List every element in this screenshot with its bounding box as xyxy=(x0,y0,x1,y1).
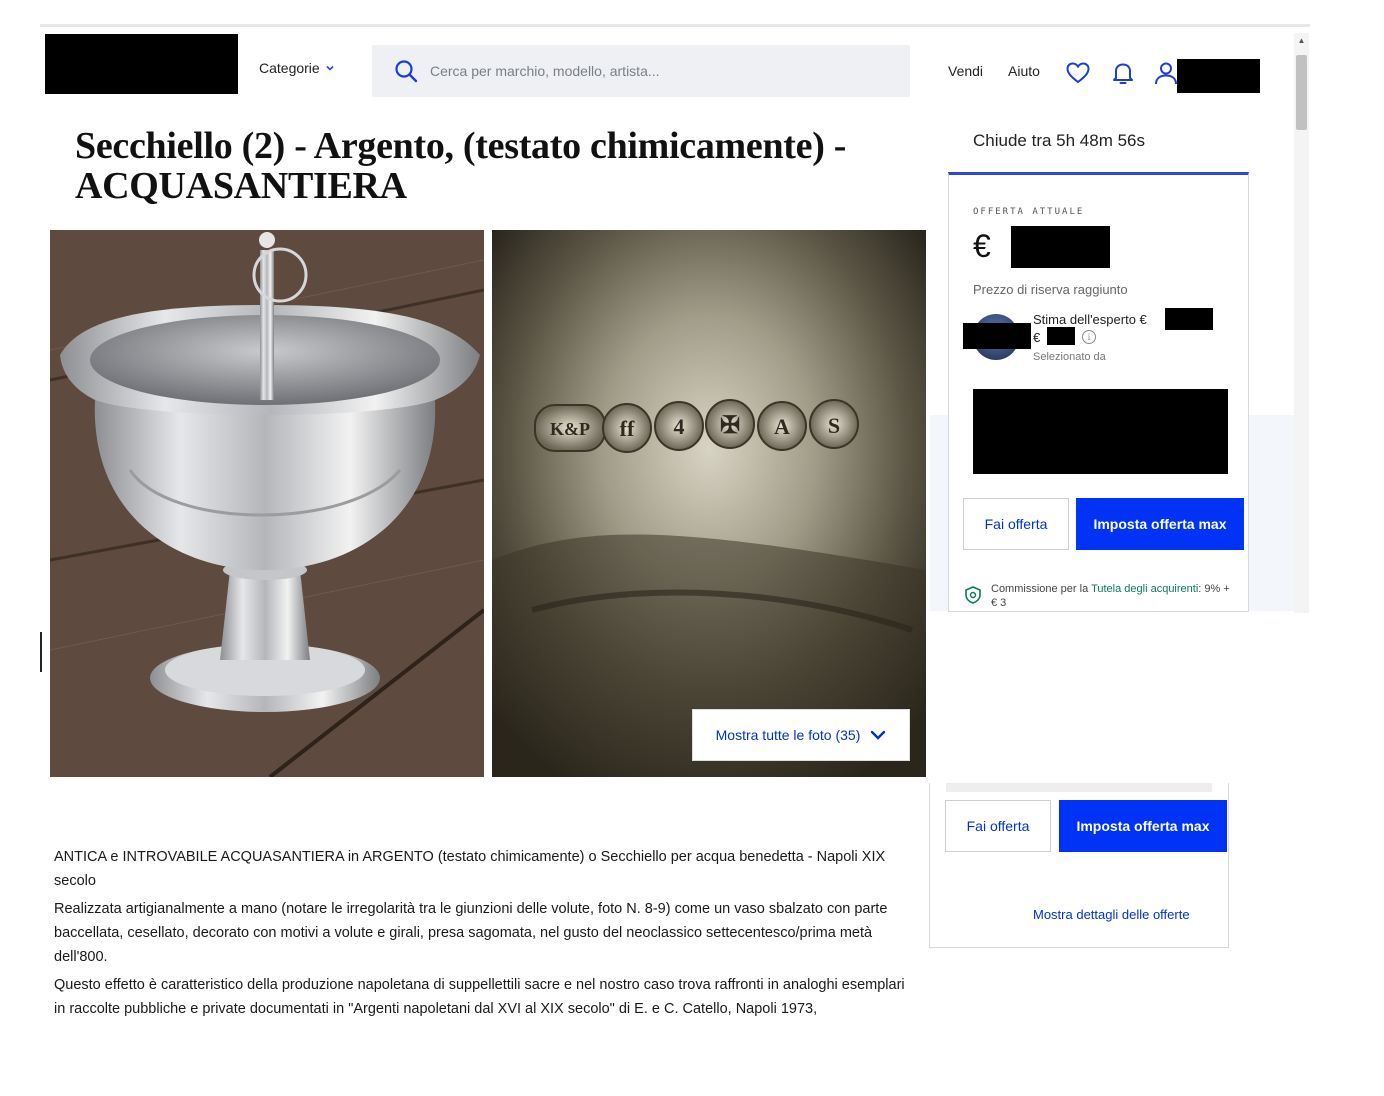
currency-symbol: € xyxy=(973,228,991,264)
closing-countdown: Chiude tra 5h 48m 56s xyxy=(973,131,1145,150)
user-name-redacted[interactable] xyxy=(1177,59,1260,93)
listing-description: ANTICA e INTROVABILE ACQUASANTIERA in AR… xyxy=(54,845,914,1025)
expert-name-redacted xyxy=(963,323,1031,349)
hallmark-1: ff xyxy=(620,416,635,441)
hallmark-3: ✠ xyxy=(720,410,740,439)
search-input[interactable] xyxy=(430,63,890,79)
show-all-photos-label: Mostra tutte le foto (35) xyxy=(715,727,861,743)
estimate-upper-redacted xyxy=(1047,327,1075,345)
heart-icon[interactable] xyxy=(1065,60,1091,86)
hallmark-4: A xyxy=(774,414,790,439)
buyer-protection-fee: Commissione per la Tutela degli acquiren… xyxy=(991,582,1236,610)
hallmark-0: K&P xyxy=(550,419,590,439)
categories-menu[interactable]: Categorie xyxy=(259,60,335,76)
place-bid-button[interactable]: Fai offerta xyxy=(963,498,1069,550)
hallmarks-closeup-image: K&P ff 4 ✠ A S xyxy=(492,230,926,777)
info-icon[interactable]: i xyxy=(1082,330,1096,344)
selected-by-text: Selezionato da xyxy=(1033,351,1106,363)
estimate-second-currency: € xyxy=(1033,330,1041,345)
top-divider xyxy=(40,24,1310,27)
sell-link[interactable]: Vendi xyxy=(948,63,983,79)
buyer-protection-link[interactable]: Tutela degli acquirenti xyxy=(1091,583,1198,595)
expert-estimate-label: Stima dell'esperto € xyxy=(1033,312,1147,327)
text-cursor xyxy=(40,632,42,672)
set-max-bid-button-lower[interactable]: Imposta offerta max xyxy=(1059,800,1227,852)
description-paragraph: ANTICA e INTROVABILE ACQUASANTIERA in AR… xyxy=(54,849,886,889)
show-bid-details-link[interactable]: Mostra dettagli delle offerte xyxy=(1033,907,1190,922)
search-icon[interactable] xyxy=(394,59,418,83)
fee-prefix: Commissione per la xyxy=(991,583,1092,595)
logo-redacted[interactable] xyxy=(45,34,238,94)
panel-lower-strip xyxy=(946,783,1212,792)
chevron-down-icon xyxy=(871,730,886,740)
product-photo-main[interactable] xyxy=(50,230,484,777)
hallmark-5: S xyxy=(828,413,840,438)
scrollbar-thumb[interactable] xyxy=(1296,55,1307,130)
current-price-redacted xyxy=(1011,226,1110,268)
estimate-value-redacted xyxy=(1165,308,1213,330)
listing-title: Secchiello (2) - Argento, (testato chimi… xyxy=(75,125,847,207)
silver-holy-water-bucket-image xyxy=(50,230,484,777)
user-icon[interactable] xyxy=(1153,60,1179,86)
reserve-met-text: Prezzo di riserva raggiunto xyxy=(973,282,1128,297)
categories-label: Categorie xyxy=(259,60,320,76)
shield-icon xyxy=(965,586,981,604)
search-bar[interactable] xyxy=(372,45,910,97)
hallmark-2: 4 xyxy=(674,414,685,439)
set-max-bid-button[interactable]: Imposta offerta max xyxy=(1076,498,1244,550)
help-link[interactable]: Aiuto xyxy=(1008,63,1040,79)
description-paragraph: Questo effetto è caratteristico della pr… xyxy=(54,977,905,1017)
show-all-photos-button[interactable]: Mostra tutte le foto (35) xyxy=(692,709,910,761)
chevron-down-icon xyxy=(326,65,334,71)
scroll-up-arrow-icon[interactable]: ▲ xyxy=(1296,36,1307,46)
bid-input-redacted[interactable] xyxy=(973,389,1228,474)
description-paragraph: Realizzata artigianalmente a mano (notar… xyxy=(54,901,888,965)
product-photo-hallmarks[interactable]: K&P ff 4 ✠ A S xyxy=(492,230,926,777)
current-offer-label: OFFERTA ATTUALE xyxy=(973,207,1085,217)
place-bid-button-lower[interactable]: Fai offerta xyxy=(945,800,1051,852)
bell-icon[interactable] xyxy=(1110,60,1136,86)
